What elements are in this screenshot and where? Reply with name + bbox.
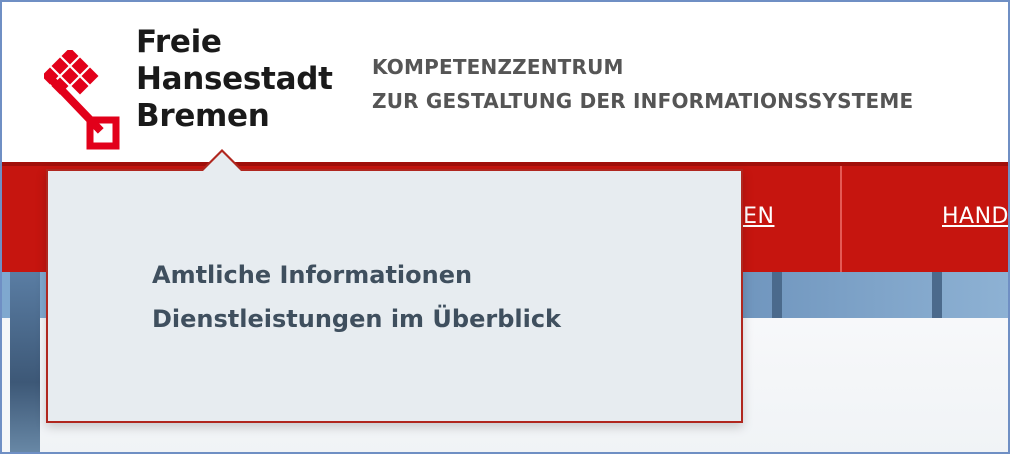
nav-item-hand[interactable]: HAND: [942, 204, 1008, 229]
org-title-line2: ZUR GESTALTUNG DER INFORMATIONSSYSTEME: [372, 89, 914, 113]
org-title-line1: KOMPETENZZENTRUM: [372, 55, 624, 79]
popover-link-dienstleistungen[interactable]: Dienstleistungen im Überblick: [152, 297, 561, 341]
site-header: Freie Hansestadt Bremen KOMPETENZZENTRUM…: [2, 2, 1008, 162]
popover-link-list: Amtliche Informationen Dienstleistungen …: [152, 253, 561, 341]
browser-frame: Freie Hansestadt Bremen KOMPETENZZENTRUM…: [0, 0, 1010, 454]
logo-wordmark: Freie Hansestadt Bremen: [136, 24, 333, 135]
logo-dropdown-popover: Amtliche Informationen Dienstleistungen …: [46, 169, 743, 423]
popover-arrow-fill: [203, 152, 241, 171]
nav-divider: [840, 166, 842, 276]
logo-line-hansestadt: Hansestadt: [136, 61, 333, 97]
hero-post: [772, 272, 782, 318]
bremen-logo-link[interactable]: Freie Hansestadt Bremen: [38, 24, 348, 150]
hero-image-strip: [10, 272, 40, 452]
bremen-key-icon: [44, 50, 120, 150]
logo-line-freie: Freie: [136, 24, 222, 60]
logo-line-bremen: Bremen: [136, 98, 270, 134]
org-title: KOMPETENZZENTRUM ZUR GESTALTUNG DER INFO…: [372, 50, 913, 118]
popover-link-amtliche-informationen[interactable]: Amtliche Informationen: [152, 253, 561, 297]
hero-post: [932, 272, 942, 318]
